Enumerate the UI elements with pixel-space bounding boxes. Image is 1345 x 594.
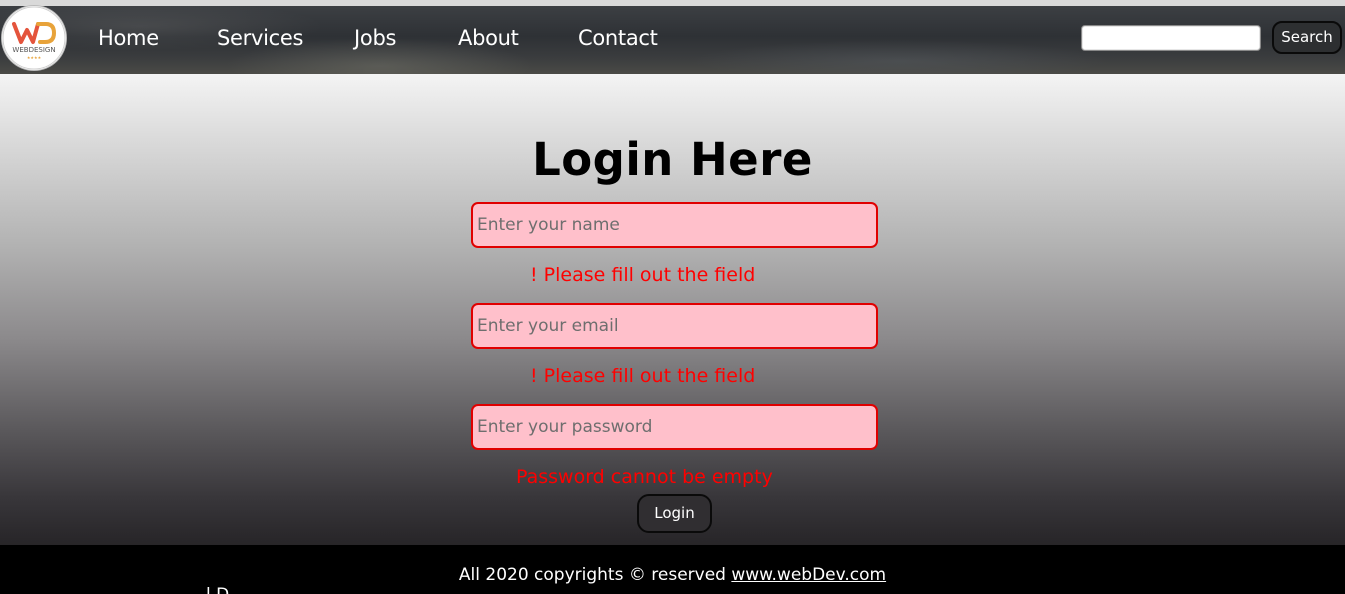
password-field-wrapper [471,404,878,450]
nav-link-home[interactable]: Home [98,26,159,50]
name-input[interactable] [473,204,876,246]
navbar: WEBDESIGN ★★★★ Home Services Jobs About … [0,6,1345,74]
email-error-message: ! Please fill out the field [530,365,756,387]
nav-link-about[interactable]: About [458,26,519,50]
footer: All 2020 copyrights © reserved www.webDe… [0,545,1345,594]
footer-copyright: All 2020 copyrights © reserved www.webDe… [0,565,1345,585]
footer-copyright-text: All 2020 copyrights © reserved [458,565,732,585]
page-title: Login Here [532,133,813,186]
password-input[interactable] [473,406,876,448]
search-button[interactable]: Search [1272,21,1342,54]
nav-link-services[interactable]: Services [217,26,303,50]
footer-link[interactable]: www.webDev.com [731,565,886,585]
logo-icon: WEBDESIGN ★★★★ [2,6,66,70]
site-logo[interactable]: WEBDESIGN ★★★★ [2,6,66,70]
search-input[interactable] [1081,25,1261,51]
password-error-message: Password cannot be empty [516,466,773,488]
email-input[interactable] [473,305,876,347]
name-field-wrapper [471,202,878,248]
nav-link-jobs[interactable]: Jobs [354,26,396,50]
logo-text: WEBDESIGN [12,46,55,54]
svg-text:★★★★: ★★★★ [27,55,42,60]
nav-link-contact[interactable]: Contact [578,26,658,50]
login-button[interactable]: Login [637,494,712,533]
email-field-wrapper [471,303,878,349]
name-error-message: ! Please fill out the field [530,264,756,286]
footer-fragment-text: l D [206,585,229,594]
